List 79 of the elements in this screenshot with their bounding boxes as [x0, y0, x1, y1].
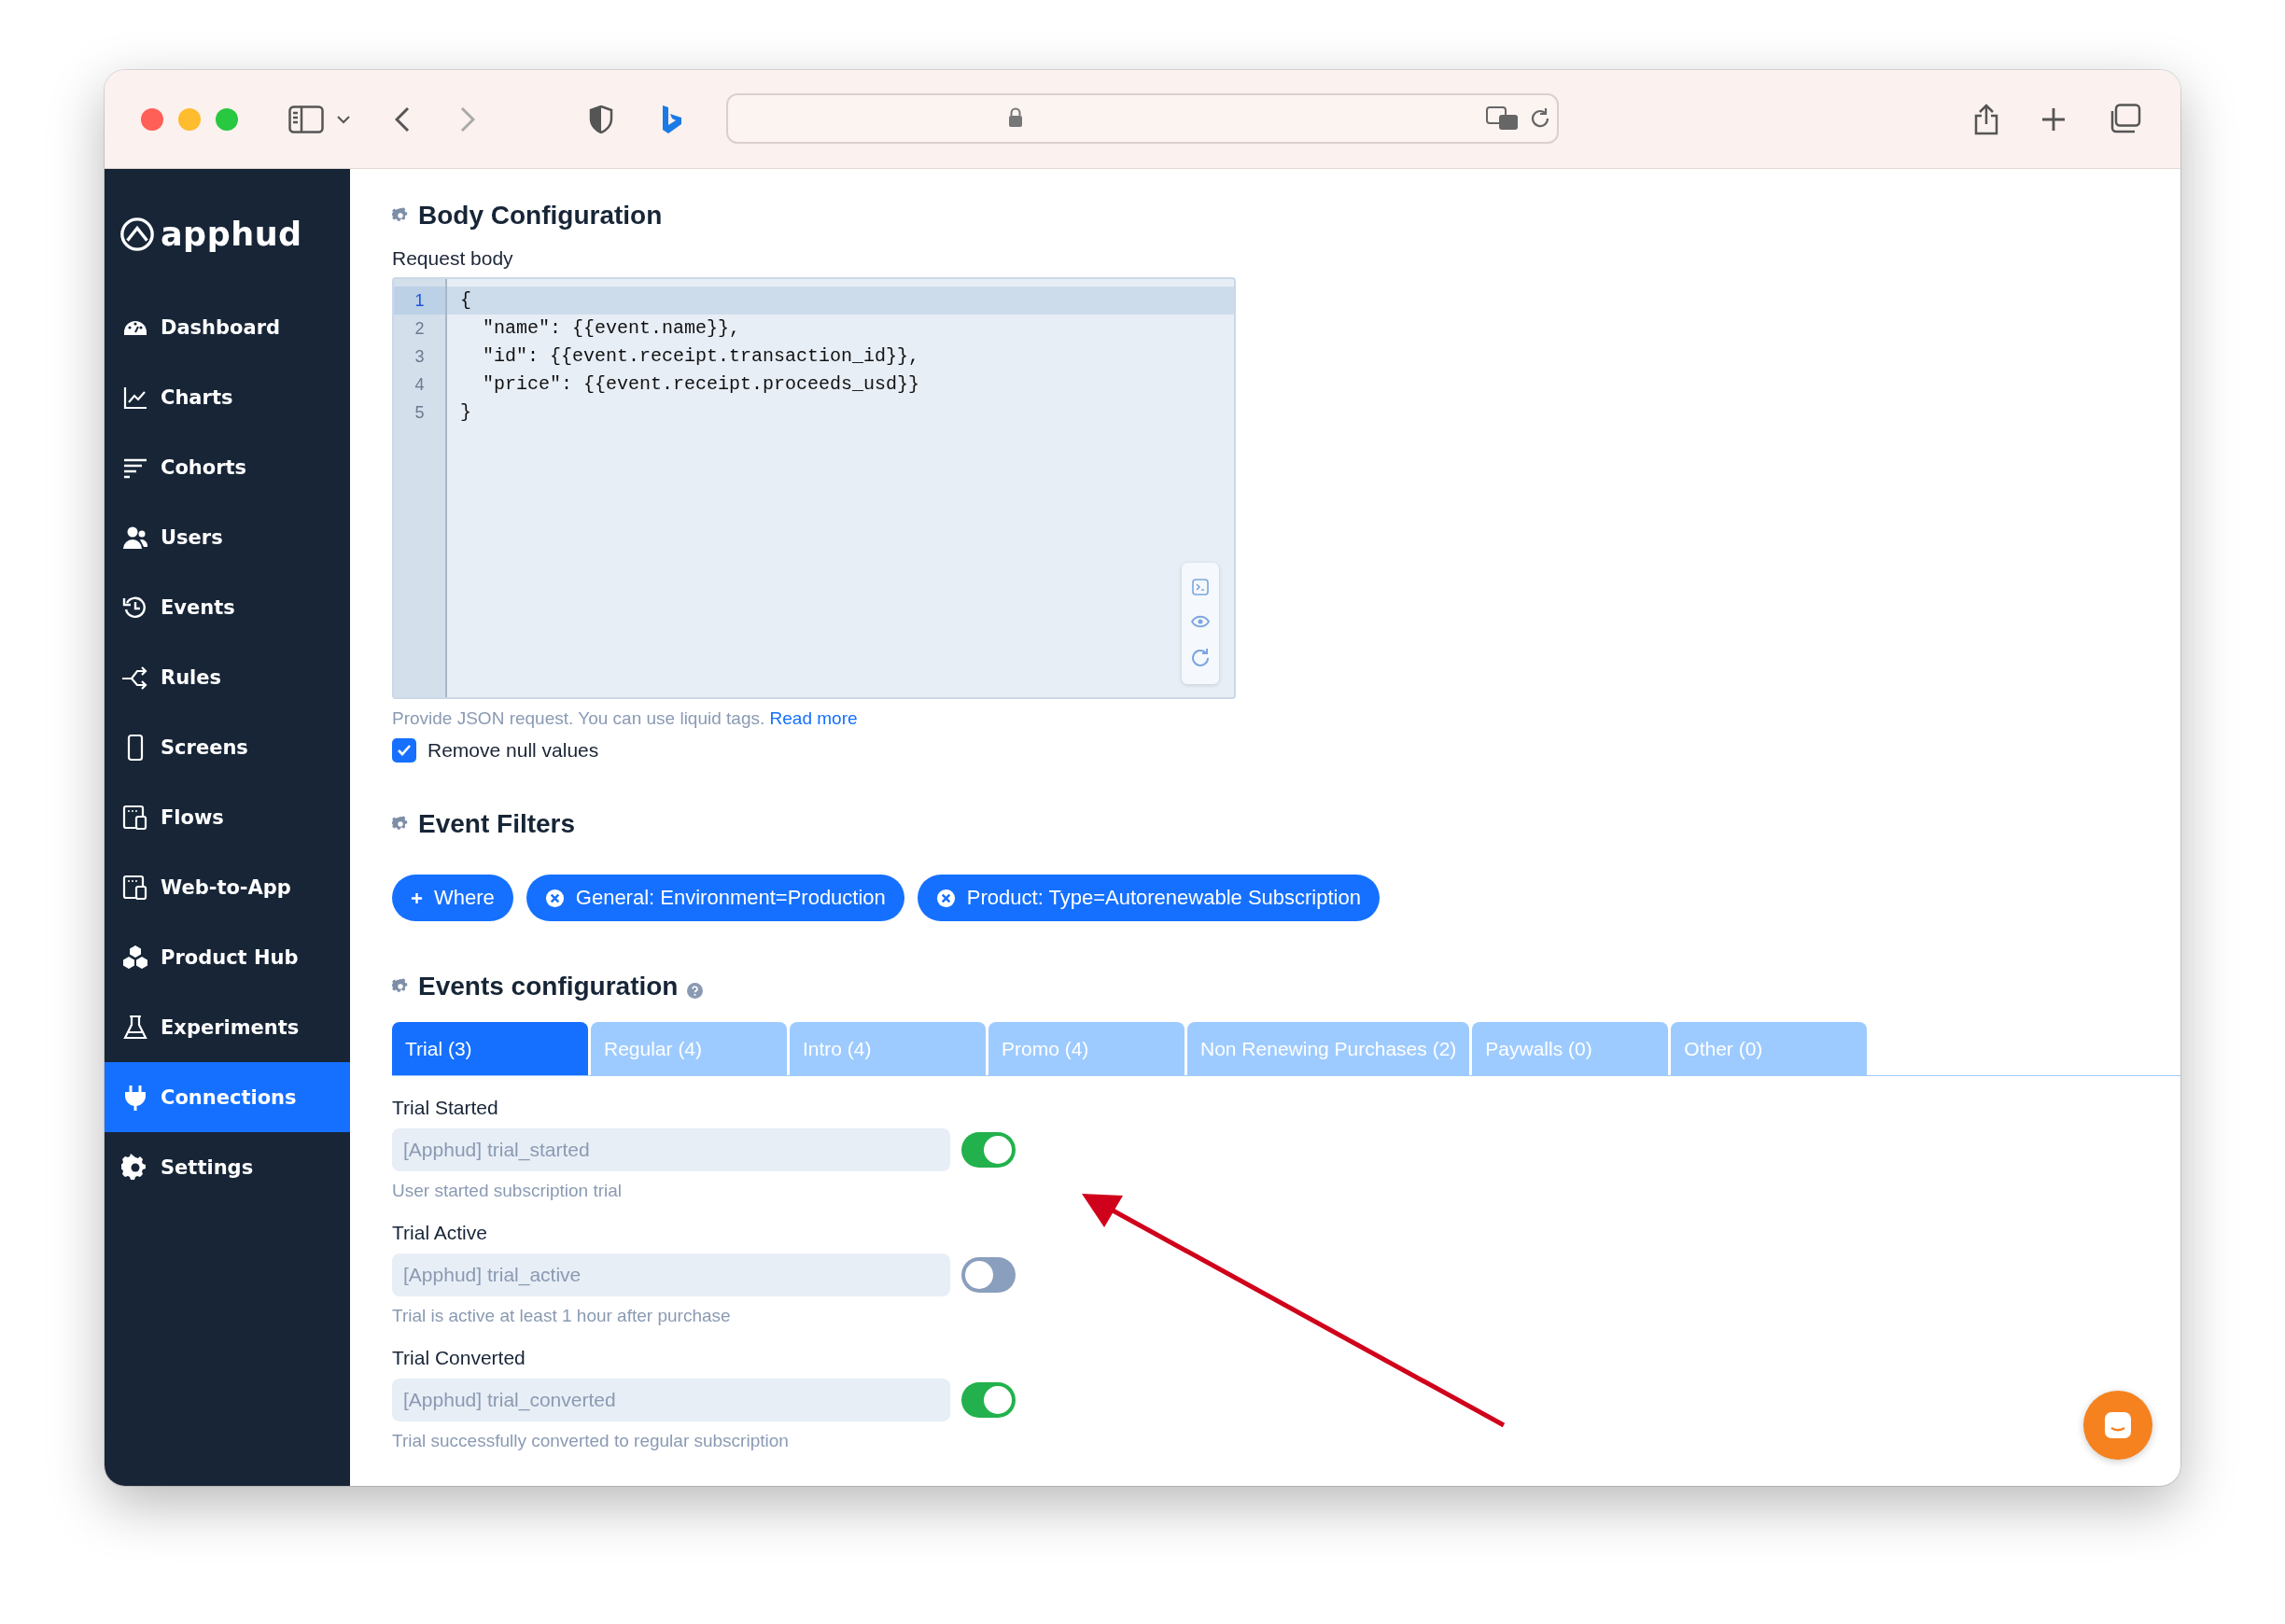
- code-line: "name": {{event.name}},: [482, 316, 742, 341]
- toggle-switch[interactable]: [961, 1132, 1016, 1168]
- code-line: "price": {{event.receipt.proceeds_usd}}: [482, 372, 921, 397]
- sidebar-item[interactable]: Flows: [105, 782, 350, 852]
- reload-icon[interactable]: [1529, 107, 1551, 130]
- line-number: 5: [414, 402, 426, 424]
- remove-icon[interactable]: [544, 888, 565, 908]
- line-number: 3: [414, 346, 426, 368]
- sidebar-item[interactable]: Experiments: [105, 992, 350, 1062]
- reload-icon[interactable]: [1190, 648, 1211, 669]
- forward-icon[interactable]: [460, 105, 475, 133]
- sidebar-item[interactable]: Product Hub: [105, 922, 350, 992]
- event-name-field[interactable]: [Apphud] trial_active: [392, 1253, 950, 1296]
- chevron-down-icon[interactable]: [337, 114, 350, 124]
- section-title: Event Filters: [418, 809, 576, 839]
- toggle-switch[interactable]: [961, 1382, 1016, 1418]
- b-logo-icon[interactable]: [660, 104, 682, 134]
- code-line: "id": {{event.receipt.transaction_id}},: [482, 344, 921, 369]
- share-icon[interactable]: [1973, 103, 1999, 135]
- add-filter-button[interactable]: Where: [392, 875, 513, 921]
- line-number: 2: [414, 318, 426, 340]
- plus-icon: [411, 891, 423, 904]
- translate-icon[interactable]: [1486, 106, 1520, 133]
- back-icon[interactable]: [395, 105, 410, 133]
- toggle-switch[interactable]: [961, 1257, 1016, 1293]
- sidebar-item[interactable]: Charts: [105, 362, 350, 432]
- checkbox-label: Remove null values: [428, 739, 599, 762]
- help-text: Provide JSON request. You can use liquid tags. Read more: [392, 708, 859, 729]
- help-icon[interactable]: [687, 982, 704, 999]
- event-description: User started subscription trial: [392, 1181, 624, 1201]
- event-name: Trial Started: [392, 1097, 499, 1120]
- gear-icon: [392, 207, 409, 224]
- sidebar-item[interactable]: Settings: [105, 1132, 350, 1202]
- sidebar-item[interactable]: Connections: [105, 1062, 350, 1132]
- code-line: }: [459, 400, 472, 425]
- zoom-window-button[interactable]: [216, 107, 238, 131]
- tab[interactable]: Trial (3): [392, 1022, 588, 1075]
- sidebar-item[interactable]: Dashboard: [105, 292, 350, 362]
- filter-chip[interactable]: General: Environment=Production: [526, 875, 904, 921]
- sidebar-item[interactable]: Web-to-App: [105, 852, 350, 922]
- chat-icon: [2103, 1410, 2133, 1440]
- sidebar-item[interactable]: Rules: [105, 642, 350, 712]
- gear-icon: [392, 978, 409, 995]
- event-name-field[interactable]: [Apphud] trial_converted: [392, 1379, 950, 1421]
- logo-text: apphud: [161, 216, 302, 253]
- sidebar-item[interactable]: Events: [105, 572, 350, 642]
- event-name: Trial Active: [392, 1222, 488, 1245]
- devices-icon: [121, 803, 149, 832]
- code-editor[interactable]: 1 2 3 4 5 { "name": {{event.name}}, "id": {{event.receipt.transaction_id}}, "price": {{event.receipt.proceeds_usd}} }: [392, 277, 1236, 699]
- close-window-button[interactable]: [141, 107, 163, 131]
- event-description: Trial is active at least 1 hour after purchase: [392, 1306, 732, 1326]
- event-name-field[interactable]: [Apphud] trial_started: [392, 1128, 950, 1171]
- section-title: Body Configuration: [418, 201, 663, 231]
- checkbox[interactable]: [392, 738, 416, 763]
- logo-icon: [119, 217, 155, 252]
- section-title: Events configuration: [418, 972, 679, 1001]
- field-label: Request body: [392, 247, 514, 270]
- eye-icon[interactable]: [1191, 615, 1210, 628]
- cubes-icon: [121, 943, 149, 972]
- gear-icon: [392, 816, 409, 833]
- flask-icon: [121, 1013, 149, 1042]
- lock-icon: [1008, 107, 1023, 128]
- line-number: 1: [394, 287, 445, 315]
- remove-icon[interactable]: [935, 888, 956, 908]
- terminal-icon[interactable]: [1192, 578, 1209, 595]
- devices-icon: [121, 873, 149, 902]
- shield-icon[interactable]: [589, 105, 613, 133]
- sidebar-item[interactable]: Users: [105, 502, 350, 572]
- new-tab-icon[interactable]: [2040, 105, 2067, 133]
- line-number: 4: [414, 374, 426, 396]
- read-more-link[interactable]: Read more: [769, 708, 858, 728]
- address-field[interactable]: [726, 93, 1559, 144]
- sidebar-item[interactable]: Cohorts: [105, 432, 350, 502]
- chat-button[interactable]: [2083, 1391, 2152, 1460]
- event-name: Trial Converted: [392, 1347, 526, 1370]
- sidebar-toggle-icon[interactable]: [288, 105, 324, 133]
- filter-chip[interactable]: Product: Type=Autorenewable Subscription: [917, 875, 1380, 921]
- event-description: Trial successfully converted to regular subscription: [392, 1431, 790, 1451]
- sidebar-item[interactable]: Screens: [105, 712, 350, 782]
